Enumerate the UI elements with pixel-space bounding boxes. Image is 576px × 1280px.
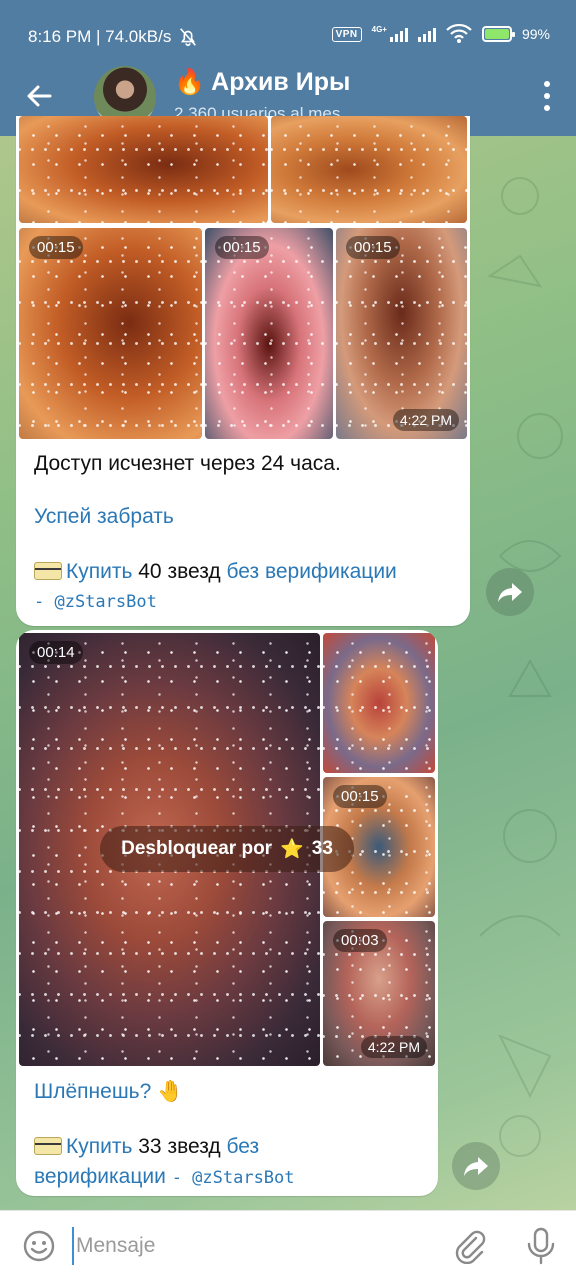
bot-link[interactable]: - @zStarsBot <box>34 588 157 616</box>
paperclip-icon[interactable] <box>452 1228 488 1264</box>
media-thumbnail[interactable]: 00:15 <box>205 228 333 439</box>
mute-bell-icon <box>180 28 197 47</box>
more-vertical-icon[interactable] <box>542 78 552 114</box>
media-thumbnail[interactable]: 00:15 4:22 PM <box>336 228 467 439</box>
message-time: 4:22 PM <box>360 1036 427 1058</box>
video-duration: 00:15 <box>29 236 83 259</box>
unlock-button[interactable]: Desbloquear por ⭐ 33 <box>100 826 354 872</box>
buy-stars-link[interactable]: Купить 33 звезд без <box>34 1133 434 1161</box>
battery-percent: 99% <box>521 26 550 42</box>
message-input-bar <box>0 1210 576 1280</box>
status-time-speed: 8:16 PM | 74.0kB/s <box>28 27 172 46</box>
chat-title-text: Архив Иры <box>211 68 351 96</box>
message-text-link[interactable]: Шлёпнешь? 🤚 <box>34 1078 183 1106</box>
video-duration: 00:14 <box>29 641 83 664</box>
signal-4g-icon: 4G+ <box>372 26 408 42</box>
forward-button[interactable] <box>486 568 534 616</box>
video-duration: 00:15 <box>333 785 387 808</box>
forward-icon <box>498 583 522 602</box>
star-icon: ⭐ <box>280 839 304 860</box>
unlock-price: 33 <box>311 838 333 859</box>
battery-icon <box>481 26 515 42</box>
vpn-badge: VPN <box>331 26 362 42</box>
bot-link[interactable]: - @zStarsBot <box>172 1168 295 1188</box>
message-bubble-2[interactable]: 00:14 00:15 00:03 4:22 PM Шлёпнешь? 🤚 Ку… <box>16 630 438 1196</box>
raised-hand-emoji: 🤚 <box>157 1080 184 1103</box>
unlock-label: Desbloquear por <box>121 838 273 859</box>
video-duration: 00:15 <box>215 236 269 259</box>
media-thumbnail[interactable] <box>19 116 268 223</box>
credit-card-icon <box>34 1137 62 1155</box>
status-right: VPN 4G+ 99% <box>331 24 550 44</box>
emoji-icon[interactable] <box>22 1229 56 1263</box>
media-thumbnail[interactable]: 00:03 4:22 PM <box>323 921 435 1066</box>
video-duration: 00:03 <box>333 929 387 952</box>
media-thumbnail[interactable] <box>271 116 467 223</box>
message-bubble-1[interactable]: 00:15 00:15 00:15 4:22 PM Доступ исчезне… <box>16 116 470 626</box>
buy-stars-link-cont[interactable]: верификации - @zStarsBot <box>34 1163 295 1192</box>
credit-card-icon <box>34 562 62 580</box>
message-text: Доступ исчезнет через 24 часа. <box>34 452 341 475</box>
signal-icon <box>417 26 436 42</box>
message-link[interactable]: Успей забрать <box>34 503 174 531</box>
media-thumbnail[interactable] <box>323 633 435 773</box>
arrow-back-icon[interactable] <box>20 76 60 116</box>
message-input[interactable] <box>72 1227 432 1265</box>
video-duration: 00:15 <box>346 236 400 259</box>
microphone-icon[interactable] <box>524 1227 558 1265</box>
forward-icon <box>464 1157 488 1176</box>
wifi-icon <box>446 24 472 43</box>
buy-stars-link[interactable]: Купить 40 звезд без верификации <box>34 558 464 586</box>
status-left: 8:16 PM | 74.0kB/s <box>28 26 199 48</box>
fire-emoji: 🔥 <box>174 68 206 96</box>
media-thumbnail[interactable]: 00:15 <box>19 228 202 439</box>
battery-fill <box>484 29 509 39</box>
chat-title[interactable]: 🔥 Архив Иры <box>174 68 350 97</box>
message-time: 4:22 PM <box>392 409 459 431</box>
forward-button[interactable] <box>452 1142 500 1190</box>
